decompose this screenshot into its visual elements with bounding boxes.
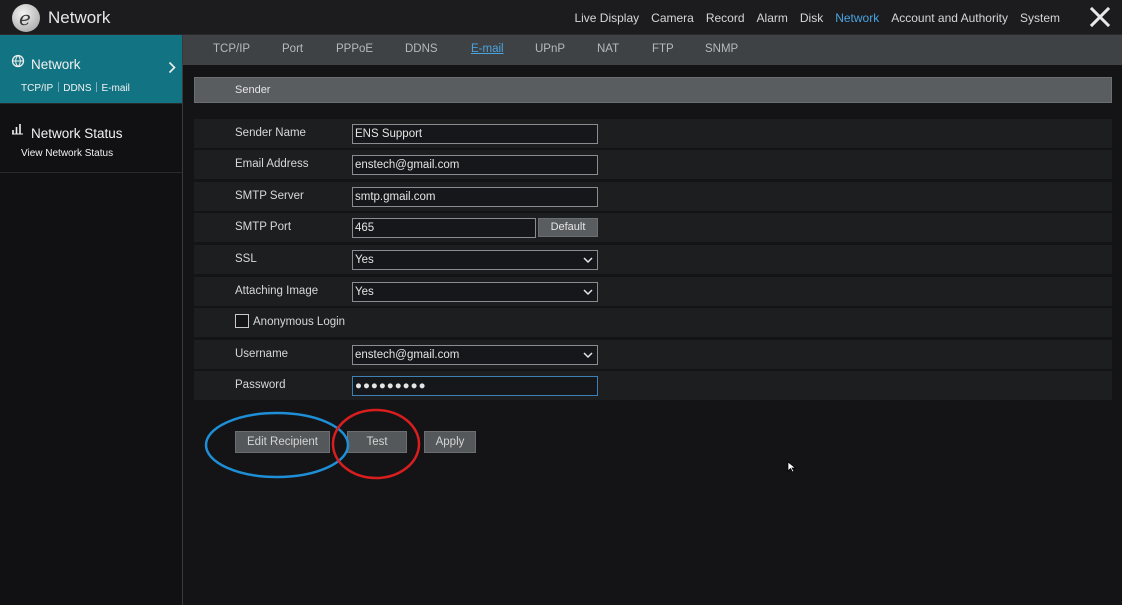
nav-disk[interactable]: Disk [800, 11, 823, 25]
top-navigation: Live Display Camera Record Alarm Disk Ne… [562, 11, 1060, 25]
sidebar-item-network[interactable]: Network TCP/IP｜DDNS｜E-mail [0, 35, 182, 104]
ssl-select[interactable]: Yes [352, 250, 598, 270]
anonymous-login-checkbox[interactable] [235, 314, 249, 328]
default-port-button[interactable]: Default [538, 218, 598, 237]
tab-tcpip[interactable]: TCP/IP [213, 43, 250, 55]
sidebar-item-label: Network Status [31, 126, 123, 141]
sender-name-input[interactable]: ENS Support [352, 124, 598, 144]
chevron-right-icon [168, 61, 176, 74]
field-label: SSL [235, 253, 257, 265]
username-select[interactable]: enstech@gmail.com [352, 345, 598, 365]
form-row-anonymous-login: Anonymous Login [194, 308, 1112, 337]
close-icon[interactable] [1089, 5, 1111, 29]
tab-ddns[interactable]: DDNS [405, 43, 438, 55]
apply-button[interactable]: Apply [424, 431, 476, 453]
smtp-server-input[interactable]: smtp.gmail.com [352, 187, 598, 207]
username-select-value: enstech@gmail.com [355, 349, 460, 361]
logo-icon: e [12, 4, 40, 32]
tab-snmp[interactable]: SNMP [705, 43, 738, 55]
chevron-down-icon [583, 289, 593, 296]
tab-bar: TCP/IP Port PPPoE DDNS E-mail UPnP NAT F… [183, 35, 1122, 65]
app-title: Network [48, 8, 111, 27]
globe-icon [11, 54, 25, 68]
section-header-sender: Sender [194, 77, 1112, 103]
section-title: Sender [235, 84, 271, 96]
field-label: Sender Name [235, 127, 306, 139]
nav-camera[interactable]: Camera [651, 11, 694, 25]
attaching-image-select-value: Yes [355, 286, 374, 298]
form-row-password: Password ●●●●●●●●● [194, 371, 1112, 400]
sidebar-item-label: Network [31, 57, 81, 72]
nav-alarm[interactable]: Alarm [757, 11, 788, 25]
tab-ftp[interactable]: FTP [652, 43, 674, 55]
field-label: Attaching Image [235, 285, 319, 297]
tab-email[interactable]: E-mail [471, 43, 504, 55]
field-label: Email Address [235, 158, 309, 170]
nav-account-authority[interactable]: Account and Authority [891, 11, 1008, 25]
smtp-port-input[interactable]: 465 [352, 218, 536, 238]
form-row-smtp-port: SMTP Port 465 Default [194, 213, 1112, 242]
tab-pppoe[interactable]: PPPoE [336, 43, 373, 55]
checkbox-label: Anonymous Login [253, 316, 346, 328]
sidebar: Network TCP/IP｜DDNS｜E-mail Network Statu… [0, 35, 183, 605]
annotation-circle-blue [204, 411, 350, 479]
field-label: SMTP Server [235, 190, 304, 202]
sidebar-item-subtitle: TCP/IP｜DDNS｜E-mail [21, 83, 130, 94]
mouse-cursor-icon [787, 461, 797, 473]
form-row-ssl: SSL Yes [194, 245, 1112, 274]
password-input[interactable]: ●●●●●●●●● [352, 376, 598, 396]
tab-port[interactable]: Port [282, 43, 303, 55]
network-status-icon [12, 124, 23, 135]
top-bar: e Network Live Display Camera Record Ala… [0, 0, 1122, 35]
attaching-image-select[interactable]: Yes [352, 282, 598, 302]
sidebar-item-network-status[interactable]: Network Status View Network Status [0, 104, 182, 173]
form-row-attaching-image: Attaching Image Yes [194, 277, 1112, 306]
field-label: SMTP Port [235, 221, 292, 233]
form-row-sender-name: Sender Name ENS Support [194, 119, 1112, 148]
annotation-circle-red [331, 408, 421, 480]
tab-nat[interactable]: NAT [597, 43, 619, 55]
field-label: Password [235, 379, 286, 391]
email-address-input[interactable]: enstech@gmail.com [352, 155, 598, 175]
chevron-down-icon [583, 257, 593, 264]
form-row-username: Username enstech@gmail.com [194, 340, 1112, 369]
nav-record[interactable]: Record [706, 11, 745, 25]
form-row-email-address: Email Address enstech@gmail.com [194, 150, 1112, 179]
form-row-smtp-server: SMTP Server smtp.gmail.com [194, 182, 1112, 211]
field-label: Username [235, 348, 289, 360]
nav-live-display[interactable]: Live Display [574, 11, 639, 25]
chevron-down-icon [583, 352, 593, 359]
tab-upnp[interactable]: UPnP [535, 43, 565, 55]
ssl-select-value: Yes [355, 254, 374, 266]
sidebar-item-subtitle: View Network Status [21, 148, 114, 159]
nav-network[interactable]: Network [835, 11, 879, 25]
nav-system[interactable]: System [1020, 11, 1060, 25]
